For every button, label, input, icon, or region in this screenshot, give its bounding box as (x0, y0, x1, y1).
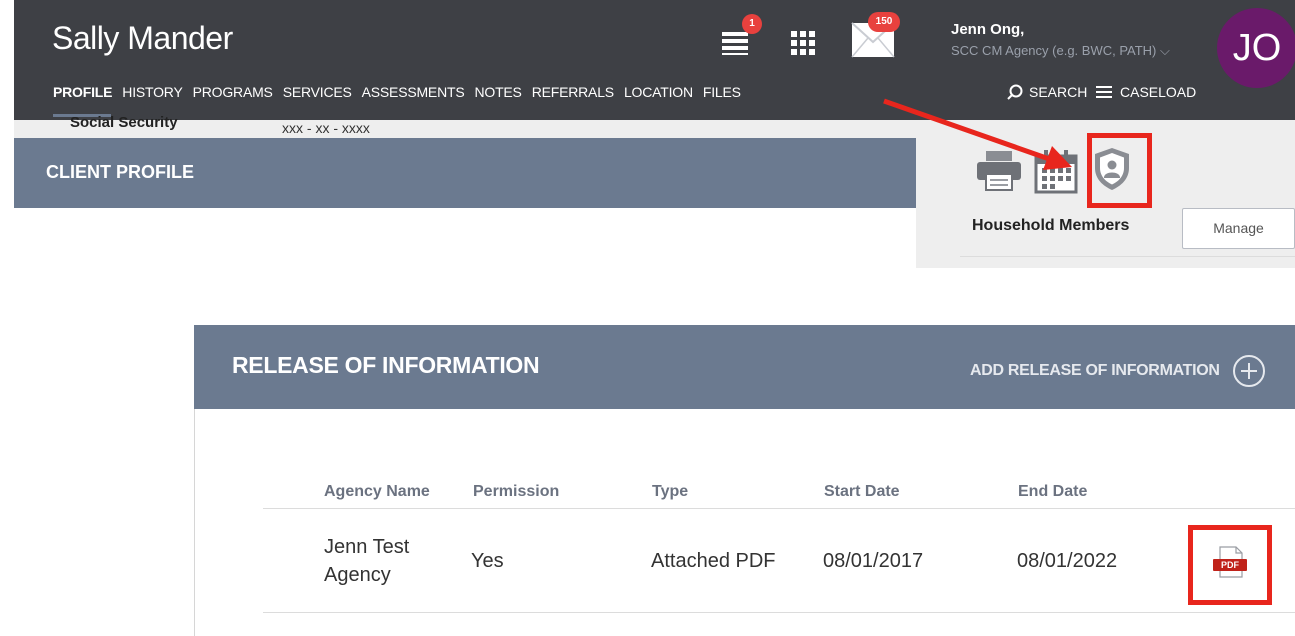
add-roi-label: ADD RELEASE OF INFORMATION (970, 362, 1220, 379)
nav-tab-assessments[interactable]: ASSESSMENTS (362, 84, 465, 100)
cell-agency-name-line2: Agency (324, 564, 391, 586)
roi-header: RELEASE OF INFORMATION ADD RELEASE OF IN… (194, 325, 1295, 409)
column-header-start-date: Start Date (824, 483, 900, 500)
pdf-highlight-box (1188, 525, 1272, 605)
search-label: SEARCH (1029, 84, 1088, 100)
manage-household-button[interactable]: Manage (1182, 208, 1295, 249)
column-header-permission: Permission (473, 483, 560, 500)
search-button[interactable]: SEARCH (1007, 84, 1087, 100)
messages-badge: 150 (868, 12, 900, 32)
avatar[interactable]: JO (1217, 8, 1295, 88)
client-profile-title: CLIENT PROFILE (46, 162, 194, 182)
nav-tab-services[interactable]: SERVICES (283, 84, 352, 100)
column-header-type: Type (652, 483, 689, 500)
cell-permission: Yes (471, 550, 504, 572)
client-profile-header: CLIENT PROFILE (14, 138, 916, 208)
shield-highlight-box (1087, 133, 1152, 208)
ssn-label: Social Security (70, 114, 178, 131)
notifications-button[interactable]: 1 (720, 14, 762, 60)
panel-border (194, 409, 195, 636)
client-profile-panel: CLIENT PROFILE (14, 138, 916, 268)
printer-icon (977, 151, 1021, 191)
cell-type: Attached PDF (651, 550, 776, 572)
apps-button[interactable] (790, 30, 818, 56)
top-screenshot: Sally Mander PROFILE HISTORY PROGRAMS SE… (14, 0, 1295, 268)
nav-tab-programs[interactable]: PROGRAMS (193, 84, 273, 100)
app-header: Sally Mander PROFILE HISTORY PROGRAMS SE… (14, 0, 1295, 120)
table-header-divider (263, 508, 1295, 509)
caseload-button[interactable]: CASELOAD (1096, 84, 1196, 100)
nav-tab-files[interactable]: FILES (703, 84, 741, 100)
column-header-agency-name: Agency Name (324, 483, 430, 500)
user-name: Jenn Ong, (951, 21, 1025, 38)
notifications-badge: 1 (742, 14, 762, 34)
caseload-label: CASELOAD (1120, 84, 1197, 100)
cell-agency-name-line1: Jenn Test (324, 536, 410, 558)
apps-grid-icon (791, 31, 815, 55)
calendar-icon (1034, 150, 1078, 194)
messages-button[interactable]: 150 (851, 12, 901, 62)
client-name: Sally Mander (52, 20, 233, 56)
cell-start-date: 08/01/2017 (823, 550, 924, 572)
household-members-label: Household Members (972, 217, 1130, 234)
column-header-end-date: End Date (1018, 483, 1088, 500)
nav-tab-referrals[interactable]: REFERRALS (532, 84, 614, 100)
agency-selector[interactable]: SCC CM Agency (e.g. BWC, PATH) ⌵ (951, 43, 1170, 59)
table-row-divider (263, 612, 1295, 613)
nav-tab-notes[interactable]: NOTES (474, 84, 521, 100)
print-button[interactable] (976, 150, 1022, 197)
search-icon (1007, 84, 1023, 100)
calendar-button[interactable] (1034, 148, 1078, 199)
menu-icon (1096, 86, 1112, 98)
nav-tab-location[interactable]: LOCATION (624, 84, 693, 100)
nav-tab-history[interactable]: HISTORY (122, 84, 183, 100)
cell-end-date: 08/01/2022 (1017, 550, 1118, 572)
bottom-screenshot: RELEASE OF INFORMATION ADD RELEASE OF IN… (194, 325, 1295, 636)
main-nav: PROFILE HISTORY PROGRAMS SERVICES ASSESS… (53, 84, 741, 100)
ssn-value: xxx - xx - xxxx (282, 120, 370, 136)
composite-screenshot: Sally Mander PROFILE HISTORY PROGRAMS SE… (0, 0, 1295, 636)
nav-tab-profile[interactable]: PROFILE (53, 84, 112, 100)
side-divider (960, 256, 1295, 257)
plus-circle-icon (1232, 355, 1265, 387)
roi-title: RELEASE OF INFORMATION (232, 352, 540, 378)
add-roi-button[interactable]: ADD RELEASE OF INFORMATION (970, 354, 1266, 388)
